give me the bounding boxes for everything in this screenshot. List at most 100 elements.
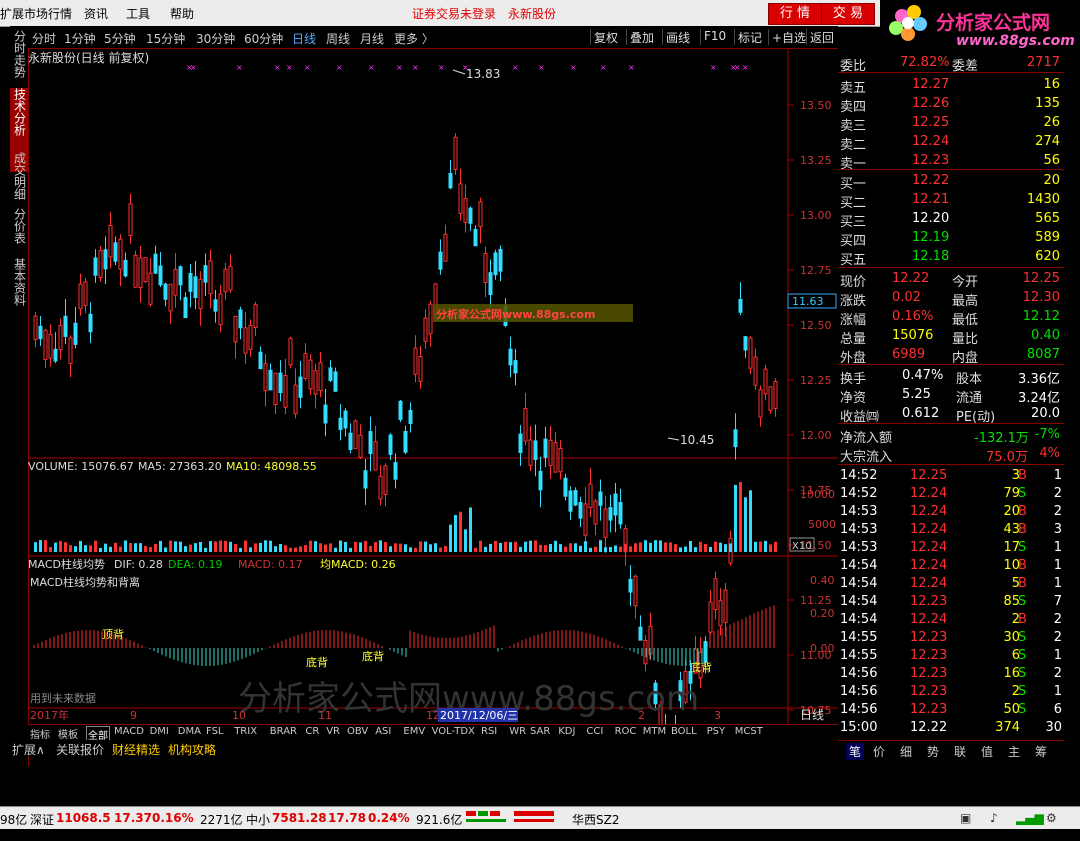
quote-tab-5[interactable]: 值	[981, 743, 993, 760]
tab-basic-info[interactable]: 基本资料	[10, 258, 28, 309]
indicator-tab-vr[interactable]: VR	[326, 726, 340, 737]
candle-body	[363, 470, 368, 489]
period-tab-30m[interactable]: 30分钟	[196, 30, 235, 47]
finance-picks-tab[interactable]: 财经精选	[112, 741, 160, 758]
quote-tab-6[interactable]: 主	[1008, 743, 1020, 760]
f10-button[interactable]: F10	[700, 29, 729, 45]
period-tab-fenshi[interactable]: 分时	[32, 30, 56, 47]
indicator-tab-psy[interactable]: PSY	[707, 726, 726, 737]
volume-bar	[754, 541, 757, 552]
indicator-tab-mcst[interactable]: MCST	[735, 726, 763, 737]
volume-label: VOLUME: 15076.67	[28, 460, 134, 473]
indicator-tab-vol-tdx[interactable]: VOL-TDX	[432, 726, 475, 737]
period-tab-60m[interactable]: 60分钟	[244, 30, 283, 47]
indicator-tab-cr[interactable]: CR	[305, 726, 319, 737]
indicator-tab-trix[interactable]: TRIX	[234, 726, 257, 737]
volume-bar	[284, 545, 287, 552]
indicator-tab-dma[interactable]: DMA	[178, 726, 201, 737]
kline-chart[interactable]: 11.63 永新股份(日线 前复权) 13.50 13.25 13.00 12.75 1…	[28, 48, 838, 724]
quote-tab-2[interactable]: 细	[900, 743, 912, 760]
volume-bar	[179, 541, 182, 552]
period-tab-15m[interactable]: 15分钟	[146, 30, 185, 47]
volume-bar	[304, 545, 307, 552]
menu-help[interactable]: 帮助	[170, 5, 194, 22]
indicator-tab-rsi[interactable]: RSI	[481, 726, 497, 737]
left-vertical-tabs: 分时走势 技术分析 成交明细 分价表 基本资料	[10, 26, 29, 766]
trade-button[interactable]: 交 易	[821, 3, 875, 25]
indicator-tab-macd[interactable]: MACD	[114, 726, 144, 737]
tab-price-table[interactable]: 分价表	[10, 208, 28, 247]
status-amt0: 98亿	[0, 813, 28, 827]
fuquan-button[interactable]: 复权	[590, 29, 621, 45]
indicator-tab-boll[interactable]: BOLL	[671, 726, 697, 737]
indicator-tab-sar[interactable]: SAR	[530, 726, 550, 737]
settings-icon[interactable]: ⚙	[1046, 811, 1057, 825]
monitor-icon[interactable]: ▣	[960, 811, 971, 825]
netflow-value: -132.1万	[974, 431, 1029, 446]
candle-body	[323, 404, 328, 424]
indicator-tab-brar[interactable]: BRAR	[270, 726, 297, 737]
add-watchlist-button[interactable]: +自选	[768, 29, 809, 45]
quote-tab-0[interactable]: 笔	[846, 743, 865, 760]
indicator-tab-dmi[interactable]: DMI	[150, 726, 169, 737]
quote-button[interactable]: 行 情	[768, 3, 822, 25]
quote-divider	[838, 423, 1064, 424]
volume-bar	[124, 540, 127, 552]
volume-bar	[229, 541, 232, 552]
candle-body	[718, 600, 723, 627]
quote-tab-7[interactable]: 筹	[1035, 743, 1047, 760]
candle-body	[508, 348, 513, 366]
period-tab-month[interactable]: 月线	[360, 30, 384, 47]
period-tab-week[interactable]: 周线	[326, 30, 350, 47]
indicator-tab-emv[interactable]: EMV	[403, 726, 425, 737]
candle-body	[298, 376, 303, 398]
signal-marker: ×	[396, 63, 403, 72]
candle-body	[463, 198, 468, 224]
tab-label: 技术分析	[12, 88, 27, 136]
volume-bar	[694, 547, 697, 552]
menu-ext-market[interactable]: 扩展市场行情	[0, 5, 72, 22]
tick-side: S	[1018, 630, 1027, 645]
draw-button[interactable]: 画线	[662, 29, 693, 45]
quote-tab-3[interactable]: 势	[927, 743, 939, 760]
volume-bar	[49, 547, 52, 552]
menu-tools[interactable]: 工具	[126, 5, 150, 22]
related-quote-tab[interactable]: 关联报价	[56, 741, 104, 758]
mark-button[interactable]: 标记	[734, 29, 765, 45]
tick-price: 12.23	[910, 648, 948, 663]
indicator-tab-cci[interactable]: CCI	[586, 726, 603, 737]
period-tab-5m[interactable]: 5分钟	[104, 30, 136, 47]
volume-bar	[749, 490, 752, 552]
sound-icon[interactable]: ♪	[990, 811, 998, 825]
institution-tab[interactable]: 机构攻略	[168, 741, 216, 758]
candle-body	[418, 356, 423, 382]
period-tab-1m[interactable]: 1分钟	[64, 30, 96, 47]
quote-tab-4[interactable]: 联	[954, 743, 966, 760]
candle-body	[358, 434, 363, 458]
indicator-tab-mtm[interactable]: MTM	[643, 726, 666, 737]
bid-level-label: 买四	[840, 234, 867, 249]
volume-bar	[44, 540, 47, 552]
period-tab-more[interactable]: 更多 〉	[394, 30, 434, 47]
indicator-tab-wr[interactable]: WR	[509, 726, 526, 737]
indicator-tab-roc[interactable]: ROC	[615, 726, 637, 737]
macd-value-label: MACD: 0.17	[238, 558, 303, 571]
indicator-tab-模板[interactable]: 模板	[58, 726, 78, 741]
tick-count: 1	[1053, 558, 1062, 573]
indicator-tab-fsl[interactable]: FSL	[206, 726, 224, 737]
menu-news[interactable]: 资讯	[84, 5, 108, 22]
candle-body	[743, 336, 748, 351]
indicator-tab-obv[interactable]: OBV	[347, 726, 368, 737]
quote-tab-1[interactable]: 价	[873, 743, 885, 760]
expand-tab[interactable]: 扩展∧	[12, 741, 45, 758]
indicator-tab-指标[interactable]: 指标	[30, 726, 50, 741]
indicator-tab-asi[interactable]: ASI	[375, 726, 391, 737]
period-tab-day[interactable]: 日线	[292, 30, 316, 47]
indicator-tab-kdj[interactable]: KDJ	[558, 726, 575, 737]
overlay-button[interactable]: 叠加	[626, 29, 657, 45]
tab-trades[interactable]: 成交明细	[10, 152, 28, 203]
volume-bar	[329, 543, 332, 552]
back-button[interactable]: 返回	[806, 29, 837, 45]
tab-intraday[interactable]: 分时走势	[10, 30, 28, 81]
quote-row: 买一 12.22 20	[838, 172, 1064, 192]
